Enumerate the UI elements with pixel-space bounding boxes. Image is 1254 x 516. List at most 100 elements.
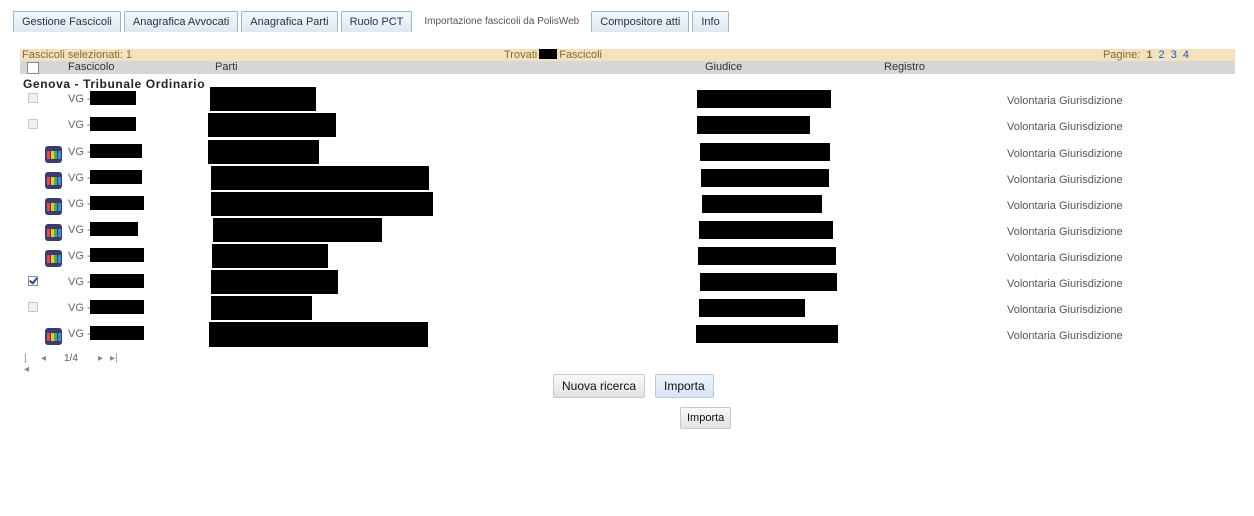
pages-label: Pagine: [1102,49,1141,61]
registro-cell: Volontaria Giurisdizione [1007,200,1123,212]
pct-fascicolo-icon[interactable] [45,328,62,345]
redacted-fascicolo-number [90,144,142,158]
page-link-2[interactable]: 2 [1159,49,1165,61]
tab-info[interactable]: Info [692,11,729,32]
table-row[interactable]: VG - Volontaria Giurisdizione [20,296,1235,323]
redacted-parti [211,192,433,216]
row-checkbox[interactable] [28,93,38,103]
prev-page-icon[interactable]: ◂ [41,353,46,364]
tab-bar: Gestione Fascicoli Anagrafica Avvocati A… [13,11,732,32]
fascicolo-prefix: VG - [68,172,91,184]
pagination-links: Pagine: 1 2 3 4 [1103,49,1189,61]
found-prefix: Trovati [504,49,538,61]
column-fascicolo[interactable]: Fascicolo [68,61,114,74]
registro-cell: Volontaria Giurisdizione [1007,278,1123,290]
fascicolo-prefix: VG - [68,250,91,262]
redacted-giudice [698,247,836,265]
last-page-icon[interactable]: ▸| [110,353,118,364]
import-button[interactable]: Importa [655,374,714,398]
redacted-parti [208,113,336,137]
redacted-giudice [696,325,838,343]
registro-cell: Volontaria Giurisdizione [1007,121,1123,133]
found-count: Trovati Fascicoli [504,49,602,61]
redacted-parti [209,322,428,347]
pct-fascicolo-icon[interactable] [45,250,62,267]
column-registro[interactable]: Registro [884,61,925,74]
fascicolo-prefix: VG - [68,276,91,288]
redacted-parti [211,270,338,294]
redacted-fascicolo-number [90,248,144,262]
new-search-button[interactable]: Nuova ricerca [553,374,646,398]
fascicolo-prefix: VG - [68,146,91,158]
table-row[interactable]: VG - Volontaria Giurisdizione [20,322,1235,349]
registro-cell: Volontaria Giurisdizione [1007,226,1123,238]
redacted-giudice [699,299,805,317]
results-summary-bar: Fascicoli selezionati: 1 Trovati Fascicol… [20,49,1235,61]
redacted-fascicolo-number [90,300,144,314]
table-row[interactable]: VG - Volontaria Giurisdizione [20,166,1235,193]
page-current: 1 [1146,49,1153,61]
next-page-icon[interactable]: ▸ [98,353,103,364]
redacted-giudice [700,143,830,161]
fascicolo-prefix: VG - [68,302,91,314]
pct-fascicolo-icon[interactable] [45,198,62,215]
table-row[interactable]: VG - Volontaria Giurisdizione [20,270,1235,297]
pct-fascicolo-icon[interactable] [45,146,62,163]
redacted-giudice [699,221,833,239]
fascicolo-prefix: VG - [68,198,91,210]
select-all-checkbox[interactable] [27,62,39,74]
column-giudice[interactable]: Giudice [705,61,742,74]
registro-cell: Volontaria Giurisdizione [1007,148,1123,160]
registro-cell: Volontaria Giurisdizione [1007,174,1123,186]
table-row[interactable]: VG - Volontaria Giurisdizione [20,87,1235,114]
redacted-parti [208,140,319,164]
redacted-fascicolo-number [90,170,142,184]
redacted-fascicolo-number [90,196,144,210]
table-row[interactable]: VG - Volontaria Giurisdizione [20,140,1235,167]
selected-count: Fascicoli selezionati: 1 [22,49,133,61]
redacted-parti [211,296,312,320]
row-checkbox[interactable] [28,119,38,129]
redacted-fascicolo-number [90,326,144,340]
table-row[interactable]: VG - Volontaria Giurisdizione [20,218,1235,245]
redacted-giudice [702,195,822,213]
row-checkbox[interactable] [28,276,38,286]
redacted-parti [213,218,382,242]
pct-fascicolo-icon[interactable] [45,224,62,241]
fascicolo-prefix: VG - [68,328,91,340]
redacted-fascicolo-number [90,274,144,288]
redacted-giudice [697,116,810,134]
redacted-giudice [697,90,831,108]
redacted-count [539,49,558,59]
tab-ruolo-pct[interactable]: Ruolo PCT [340,11,413,32]
fascicolo-prefix: VG - [68,224,91,236]
redacted-parti [211,166,429,190]
column-header-row: Fascicolo Parti Giudice Registro [20,61,1235,74]
page-position: 1/4 [64,353,78,364]
redacted-fascicolo-number [90,222,138,236]
tab-gestione-fascicoli[interactable]: Gestione Fascicoli [13,11,121,32]
page-link-4[interactable]: 4 [1183,49,1189,61]
found-suffix: Fascicoli [559,49,603,61]
column-parti[interactable]: Parti [215,61,238,74]
page-link-3[interactable]: 3 [1171,49,1177,61]
row-checkbox[interactable] [28,302,38,312]
tab-compositore-atti[interactable]: Compositore atti [591,11,690,32]
tab-anagrafica-avvocati[interactable]: Anagrafica Avvocati [123,11,239,32]
registro-cell: Volontaria Giurisdizione [1007,252,1123,264]
tab-importazione-polisweb[interactable]: Importazione fascicoli da PolisWeb [415,11,589,32]
registro-cell: Volontaria Giurisdizione [1007,95,1123,107]
table-row[interactable]: VG - Volontaria Giurisdizione [20,113,1235,140]
first-page-icon[interactable]: |◂ [24,353,29,375]
fascicolo-prefix: VG - [68,119,91,131]
import-bottom-button[interactable]: Importa [680,407,732,429]
tab-anagrafica-parti[interactable]: Anagrafica Parti [241,11,338,32]
registro-cell: Volontaria Giurisdizione [1007,330,1123,342]
redacted-fascicolo-number [90,117,136,131]
redacted-parti [210,87,316,111]
pct-fascicolo-icon[interactable] [45,172,62,189]
table-row[interactable]: VG - Volontaria Giurisdizione [20,244,1235,271]
table-row[interactable]: VG - Volontaria Giurisdizione [20,192,1235,219]
fascicolo-prefix: VG - [68,93,91,105]
redacted-giudice [700,273,837,291]
